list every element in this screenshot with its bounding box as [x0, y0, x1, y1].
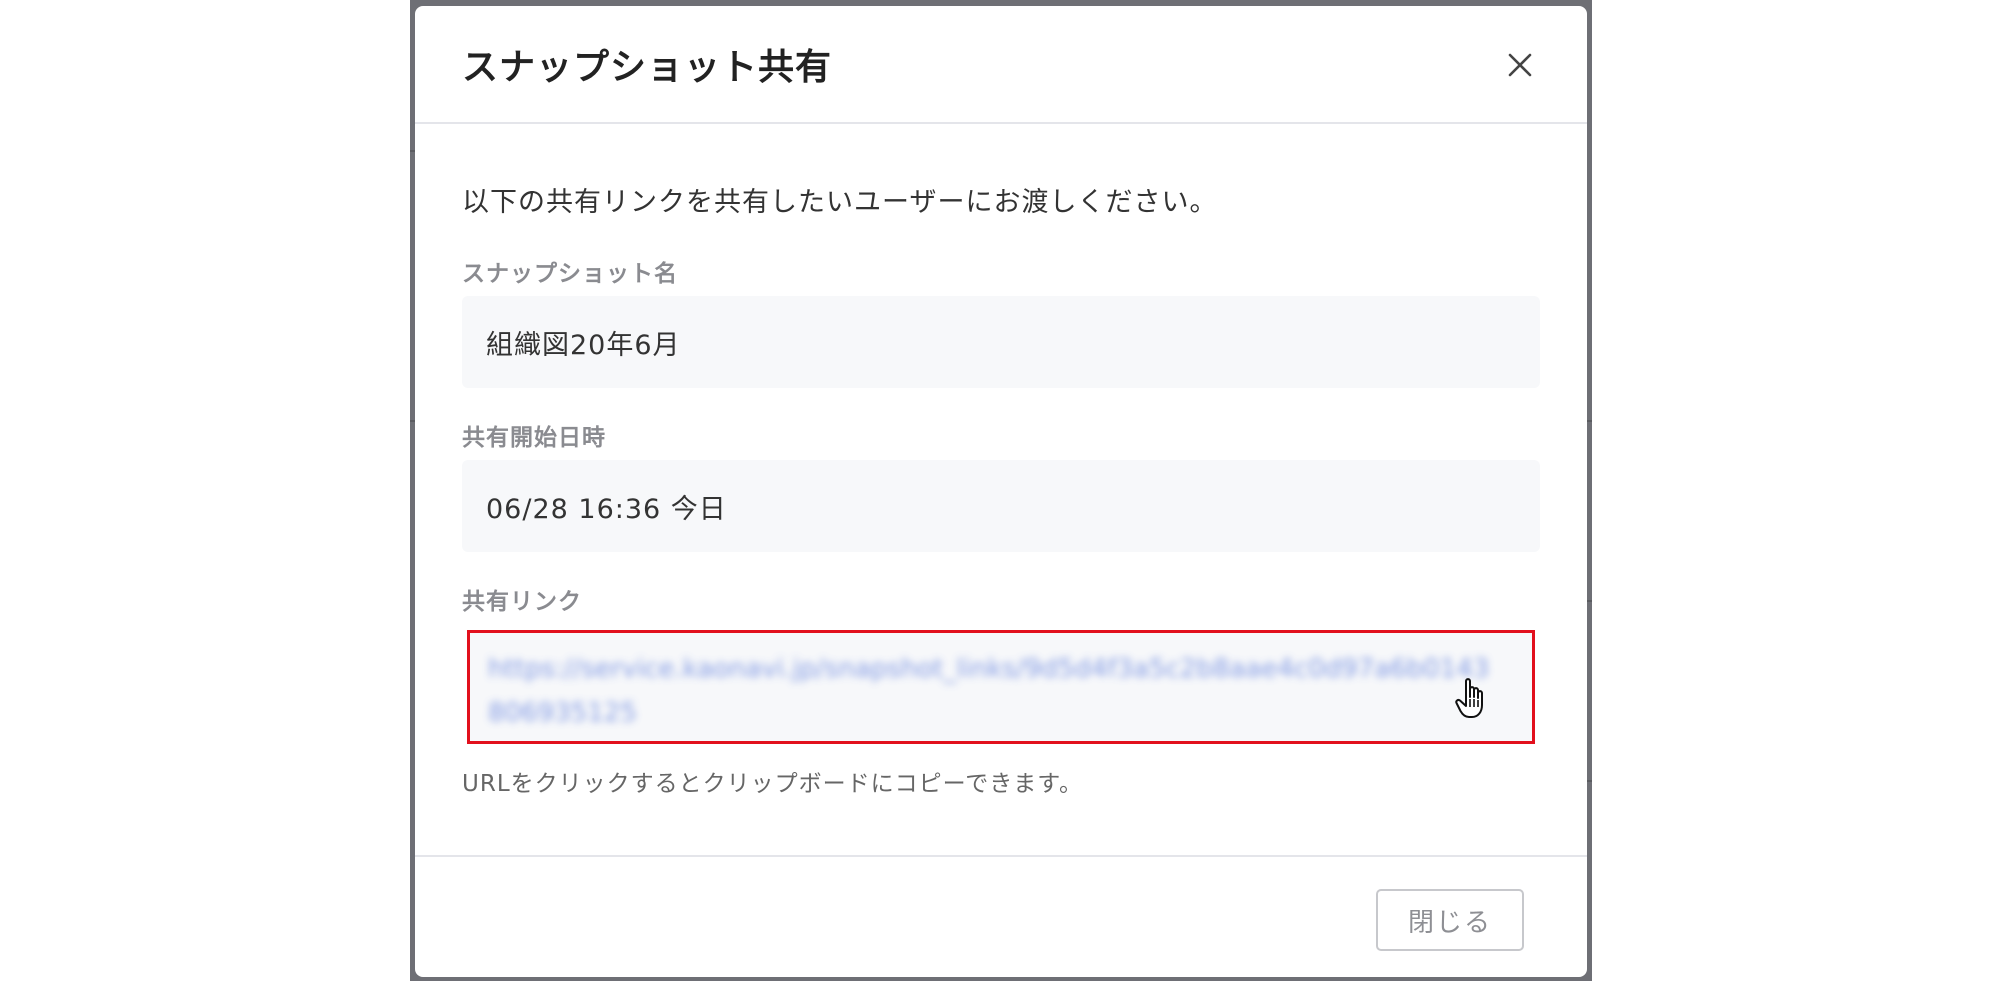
dialog-header: スナップショット共有	[415, 6, 1587, 124]
share-start-field: 06/28 16:36 今日	[462, 460, 1540, 552]
intro-text: 以下の共有リンクを共有したいユーザーにお渡しください。	[462, 187, 1218, 218]
dialog-title: スナップショット共有	[462, 47, 833, 88]
snapshot-name-label: スナップショット名	[462, 261, 678, 287]
share-link-url[interactable]: https://service.kaonavi.jp/snapshot_link…	[488, 647, 1498, 735]
snapshot-share-dialog: スナップショット共有 以下の共有リンクを共有したいユーザーにお渡しください。 ス…	[415, 6, 1587, 977]
copy-hint-text: URLをクリックするとクリップボードにコピーできます。	[462, 771, 1083, 797]
snapshot-name-value: 組織図20年6月	[486, 329, 681, 361]
screen: スナップショット共有 以下の共有リンクを共有したいユーザーにお渡しください。 ス…	[0, 0, 2000, 981]
share-link-field[interactable]: https://service.kaonavi.jp/snapshot_link…	[467, 630, 1535, 744]
hand-pointer-icon	[1454, 675, 1494, 721]
snapshot-name-field: 組織図20年6月	[462, 296, 1540, 388]
share-start-value: 06/28 16:36 今日	[486, 493, 727, 525]
share-link-label: 共有リンク	[462, 589, 582, 615]
close-button[interactable]: 閉じる	[1376, 889, 1524, 951]
close-icon[interactable]	[1505, 50, 1535, 80]
dialog-footer: 閉じる	[415, 855, 1587, 977]
share-start-label: 共有開始日時	[462, 425, 606, 451]
dialog-body: 以下の共有リンクを共有したいユーザーにお渡しください。 スナップショット名 組織…	[415, 124, 1587, 856]
